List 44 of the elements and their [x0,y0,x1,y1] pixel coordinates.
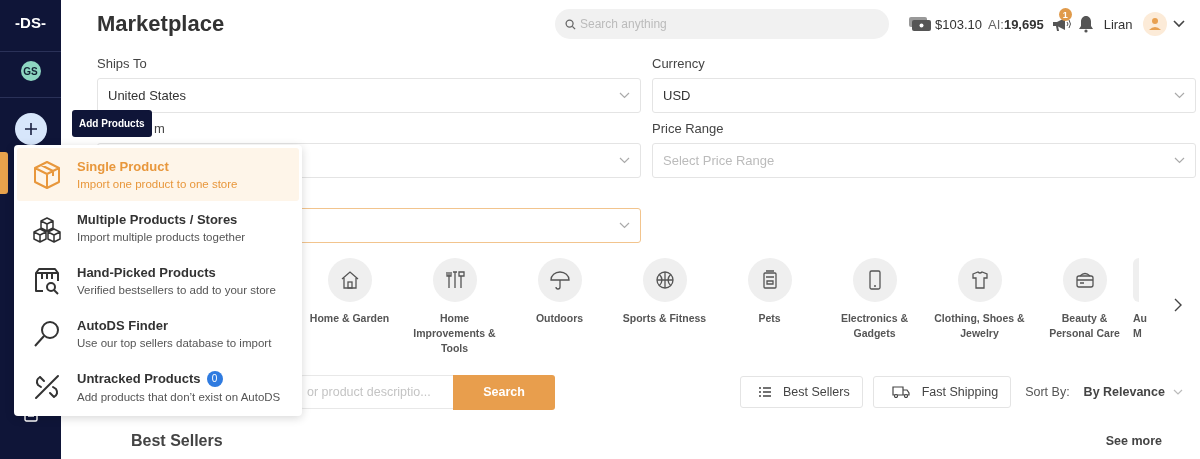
ai-credits: AI:19,695 [988,16,1044,32]
menu-item-description: Add products that don’t exist on AutoDS [77,390,281,403]
select-field[interactable]: USD [652,78,1196,113]
menu-item[interactable]: Untracked Products 0 Add products that don’t exist on AutoDS [17,360,299,413]
category-item[interactable]: Home Improvements & Tools [402,258,507,364]
product-search-field[interactable]: or product descriptio... [300,374,453,409]
workspace-avatar[interactable]: GS [20,61,41,81]
menu-item-description: Use our top sellers database to import [77,337,272,349]
notification-badge: 1 [1058,8,1072,21]
menu-item[interactable]: AutoDS Finder Use our top sellers database to import [17,307,299,360]
filter-button[interactable]: Fast Shipping [872,376,1012,408]
balance: $103.10 [935,16,982,32]
section-title: Best Sellers [131,432,223,450]
category-item[interactable]: Au M [1133,258,1157,364]
user-name[interactable]: Liran [1103,16,1133,32]
category-item[interactable]: Outdoors [507,258,612,364]
menu-item-title: AutoDS Finder [77,318,168,333]
field-label: Price Range [652,120,724,136]
count-badge: 0 [206,370,223,387]
menu-item-title: Multiple Products / Stores [77,212,238,227]
menu-item-title: Hand-Picked Products [77,265,216,280]
field-label: m [154,120,165,136]
menu-item-description: Import multiple products together [77,231,246,243]
sort-label: Sort By: [1025,385,1070,399]
menu-item[interactable]: Multiple Products / Stores Import multiple products together [17,201,299,254]
menu-item-title: Untracked Products [77,371,201,386]
category-item[interactable]: Electronics & Gadgets [822,258,927,364]
menu-item-description: Verified bestsellers to add to your store [77,284,276,296]
field-label: Ships To [97,55,147,71]
tooltip: Add Products [72,110,152,137]
menu-item-description: Import one product to one store [77,178,238,190]
page-title: Marketplace [97,11,226,37]
menu-item[interactable]: Hand-Picked Products Verified bestsellers to add to your store [17,254,299,307]
menu-item-title: Single Product [77,159,169,174]
sort-dropdown[interactable]: By Relevance [1069,385,1183,399]
filter-button[interactable]: Best Sellers [740,376,863,408]
logo[interactable]: -DS- [0,0,61,44]
category-item[interactable]: Pets [717,258,822,364]
category-item[interactable]: Clothing, Shoes & Jewelry [927,258,1032,364]
category-item[interactable]: Sports & Fitness [612,258,717,364]
see-more-link[interactable]: See more [1105,434,1162,448]
category-item[interactable]: Home & Garden [297,258,402,364]
select-field[interactable]: United States [97,78,641,113]
field-label: Currency [652,55,705,71]
